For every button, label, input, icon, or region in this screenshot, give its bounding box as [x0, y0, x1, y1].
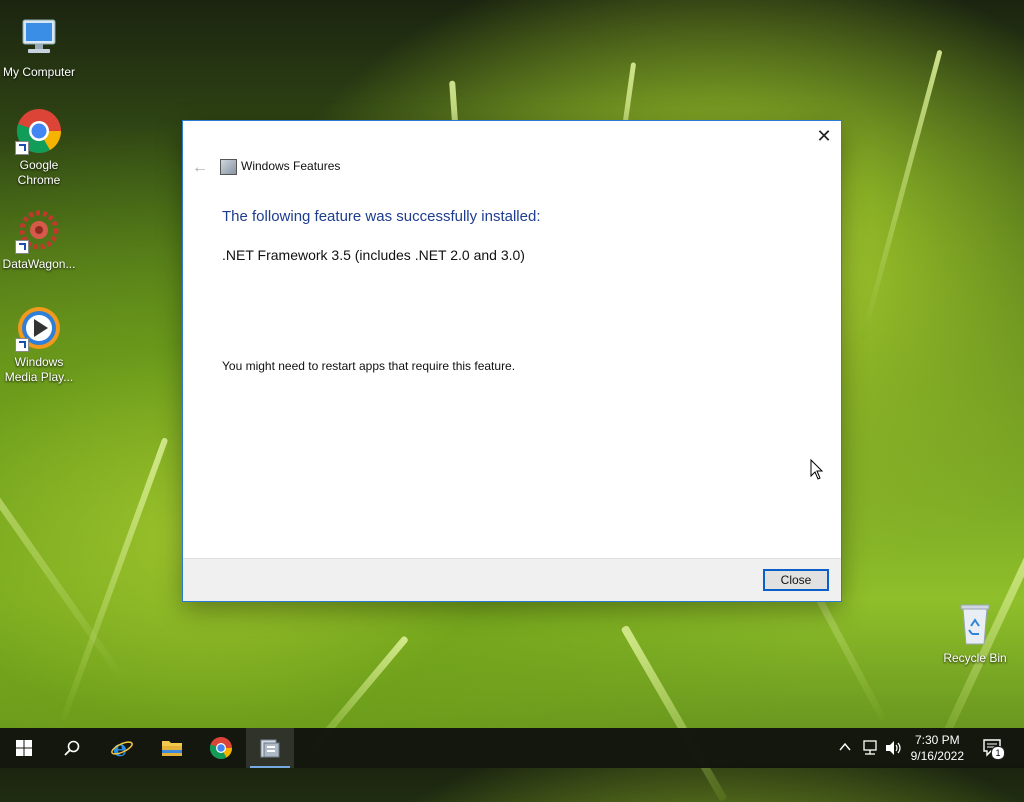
search-icon: [64, 740, 80, 756]
dialog-footer: Close: [183, 558, 841, 601]
notification-count-badge: 1: [991, 746, 1005, 760]
clock-date: 9/16/2022: [910, 749, 964, 763]
action-center-button[interactable]: 1: [982, 738, 1006, 778]
close-button[interactable]: Close: [763, 569, 829, 591]
folder-icon: [162, 741, 182, 756]
start-button[interactable]: [0, 728, 48, 768]
windows-features-icon: [220, 159, 237, 175]
datawagon-icon: [15, 206, 63, 254]
dialog-title: Windows Features: [241, 159, 341, 173]
desktop-icon-label: Windows Media Play...: [4, 355, 74, 384]
clock-time: 7:30 PM: [914, 733, 960, 747]
desktop-icon-my-computer[interactable]: My Computer: [1, 14, 77, 80]
recycle-bin-icon: [951, 600, 999, 648]
network-button[interactable]: [861, 740, 881, 780]
show-hidden-icons-button[interactable]: [838, 740, 854, 780]
desktop-icon-label: My Computer: [2, 65, 76, 79]
computer-icon: [15, 14, 63, 62]
chrome-icon: [209, 737, 232, 759]
installed-feature-name: .NET Framework 3.5 (includes .NET 2.0 an…: [222, 247, 525, 263]
taskbar-windows-features[interactable]: [246, 728, 294, 768]
restart-note: You might need to restart apps that requ…: [222, 359, 516, 373]
back-arrow-icon[interactable]: ←: [192, 159, 208, 177]
desktop-icon-recycle-bin[interactable]: Recycle Bin: [937, 600, 1013, 666]
taskbar-file-explorer[interactable]: [148, 728, 196, 768]
desktop-icon-windows-media-player[interactable]: Windows Media Play...: [1, 304, 77, 385]
desktop-icon-google-chrome[interactable]: Google Chrome: [1, 107, 77, 188]
close-icon[interactable]: ✕: [815, 127, 833, 145]
network-icon: [863, 740, 877, 755]
desktop-icon-datawagon[interactable]: DataWagon...: [1, 206, 77, 272]
speaker-icon: [886, 741, 901, 755]
windows-logo-icon: [16, 740, 32, 756]
taskbar: e 7:30 PM 9/16/2022 1: [0, 728, 1024, 768]
search-button[interactable]: [48, 728, 96, 768]
chrome-icon: [15, 107, 63, 155]
windows-features-icon: [260, 739, 280, 758]
taskbar-google-chrome[interactable]: [197, 728, 245, 768]
shortcut-arrow-icon: [15, 240, 29, 254]
shortcut-arrow-icon: [15, 338, 29, 352]
taskbar-clock[interactable]: 7:30 PM 9/16/2022: [911, 732, 964, 764]
taskbar-internet-explorer[interactable]: e: [98, 728, 146, 768]
windows-features-dialog: ✕ ← Windows Features The following featu…: [183, 121, 841, 601]
volume-button[interactable]: [885, 740, 905, 780]
internet-explorer-icon: e: [111, 736, 133, 760]
mouse-cursor-icon: [810, 459, 824, 480]
desktop-icon-label: Recycle Bin: [943, 651, 1007, 665]
success-heading: The following feature was successfully i…: [222, 208, 541, 225]
desktop-icon-label: Google Chrome: [17, 158, 61, 187]
desktop-icon-label: DataWagon...: [2, 257, 76, 271]
shortcut-arrow-icon: [15, 141, 29, 155]
chevron-up-icon: [839, 742, 851, 751]
media-player-icon: [15, 304, 63, 352]
